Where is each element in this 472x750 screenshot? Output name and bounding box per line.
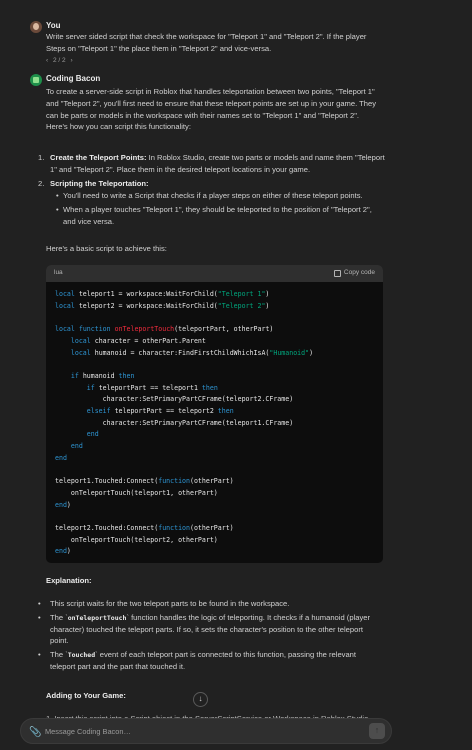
adding-heading: Adding to Your Game: bbox=[46, 691, 126, 700]
explanation-list: This script waits for the two teleport p… bbox=[38, 598, 376, 675]
code-language: lua bbox=[54, 269, 63, 277]
list-item: The `onTeleportTouch` function handles t… bbox=[38, 612, 376, 647]
step-title: Create the Teleport Points: bbox=[50, 153, 147, 162]
list-item: The `Touched` event of each teleport par… bbox=[38, 649, 376, 673]
list-item: 1. Create the Teleport Points: In Roblox… bbox=[38, 152, 386, 176]
scroll-to-bottom-button[interactable]: ↓ bbox=[193, 692, 208, 707]
bot-intro: To create a server-side script in Roblox… bbox=[46, 87, 377, 132]
code-intro: Here's a basic script to achieve this: bbox=[46, 244, 167, 253]
steps-list: 1. Create the Teleport Points: In Roblox… bbox=[38, 152, 386, 230]
explanation-text: The ` bbox=[50, 612, 68, 622]
list-item: When a player touches "Teleport 1", they… bbox=[56, 204, 386, 228]
send-button[interactable]: ↑ bbox=[369, 723, 385, 739]
substeps-list: You'll need to write a Script that check… bbox=[56, 190, 386, 227]
copy-icon bbox=[333, 270, 341, 277]
user-message: Write server sided script that check the… bbox=[46, 32, 367, 53]
explanation-text: This script waits for the two teleport p… bbox=[50, 599, 290, 608]
inline-code: Touched bbox=[67, 651, 96, 660]
code-content: local teleport1 = workspace:WaitForChild… bbox=[55, 290, 314, 556]
inline-code: onTeleportTouch bbox=[67, 613, 127, 622]
pager-prev-button[interactable]: ‹ bbox=[46, 56, 48, 66]
explanation-text: ` event of each teleport part is connect… bbox=[50, 650, 357, 671]
copy-code-label: Copy code bbox=[343, 269, 375, 277]
step-number: 2. bbox=[38, 178, 45, 188]
explanation-text: The ` bbox=[50, 650, 68, 660]
message-input[interactable] bbox=[45, 725, 345, 738]
pager-next-button[interactable]: › bbox=[70, 56, 72, 66]
arrow-down-icon: ↓ bbox=[198, 694, 203, 704]
step-title: Scripting the Teleportation: bbox=[50, 178, 149, 188]
pager-label: 2 / 2 bbox=[52, 57, 66, 64]
step-number: 1. bbox=[38, 153, 45, 162]
list-item: This script waits for the two teleport p… bbox=[38, 598, 376, 610]
list-item: You'll need to write a Script that check… bbox=[56, 190, 386, 202]
response-pager: ‹ 2 / 2 › bbox=[46, 56, 76, 66]
list-item: 2. Scripting the Teleportation: You'll n… bbox=[38, 178, 386, 228]
message-composer: 📎 ↑ bbox=[20, 718, 392, 744]
code-block: lua Copy code local teleport1 = workspac… bbox=[46, 265, 383, 563]
code-header: lua Copy code bbox=[46, 265, 383, 282]
arrow-up-icon: ↑ bbox=[374, 725, 380, 736]
explanation-heading: Explanation: bbox=[46, 576, 92, 585]
bot-name: Coding Bacon bbox=[46, 74, 101, 83]
paperclip-icon[interactable]: 📎 bbox=[29, 725, 41, 741]
user-avatar bbox=[30, 21, 42, 33]
bot-avatar bbox=[30, 74, 42, 86]
copy-code-button[interactable]: Copy code bbox=[333, 268, 375, 278]
